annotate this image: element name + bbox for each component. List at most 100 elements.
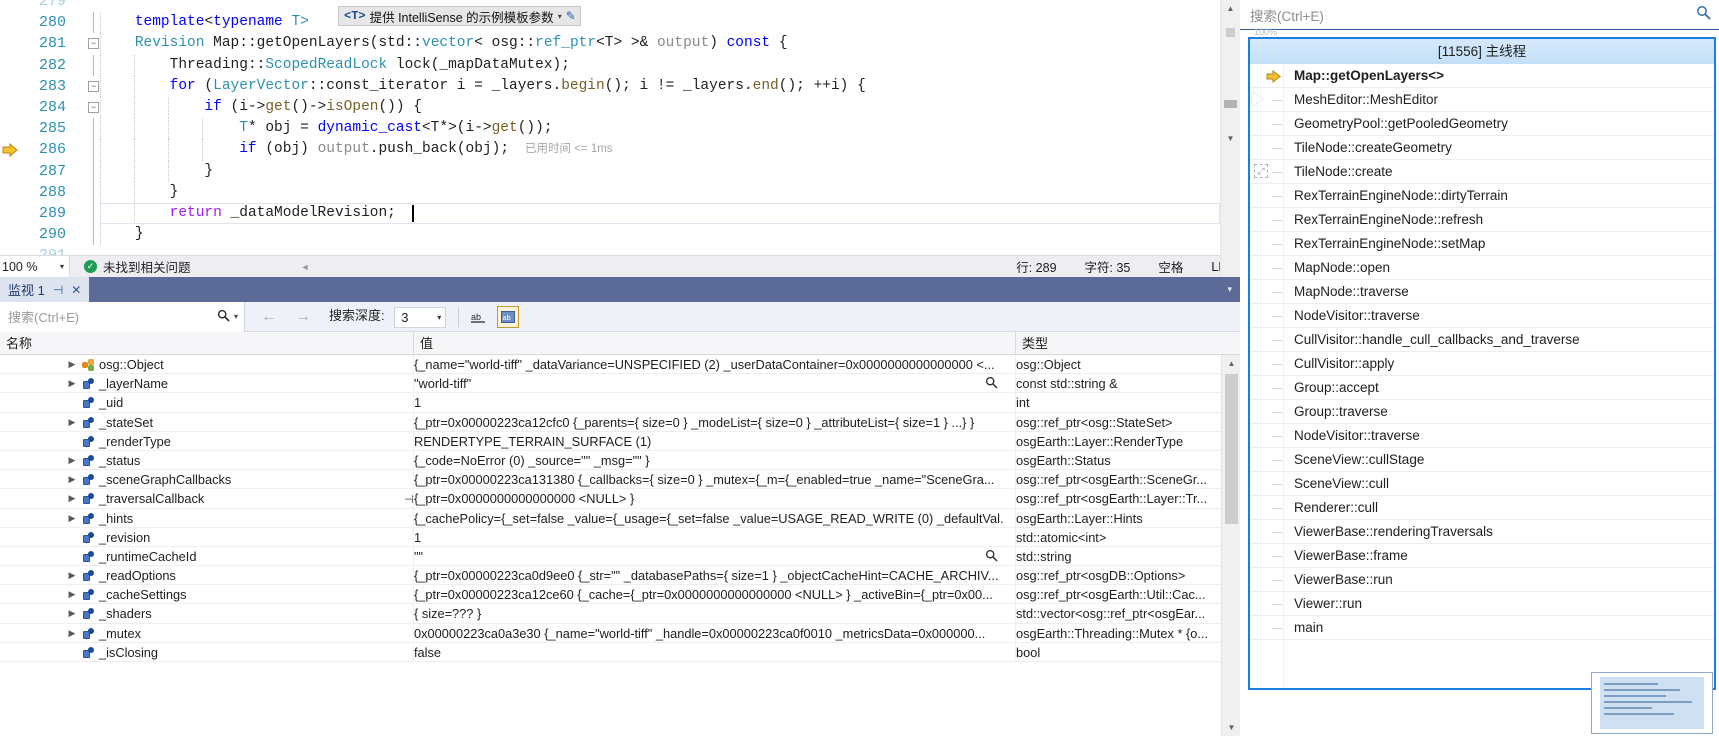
watch-row[interactable]: _uid 1 int (0, 393, 1221, 413)
call-stack-rows-container[interactable]: Map::getOpenLayers<> MeshEditor::MeshEdit… (1250, 64, 1714, 640)
call-stack-row[interactable]: Map::getOpenLayers<> (1250, 64, 1714, 88)
watch-rows-container[interactable]: ▶ osg::Object {_name="world-tiff" _dataVar… (0, 355, 1221, 736)
watch-row-value[interactable]: false (414, 643, 1004, 662)
scroll-down-arrow-icon[interactable]: ▼ (1222, 719, 1241, 736)
call-stack-row[interactable]: GeometryPool::getPooledGeometry (1250, 112, 1714, 136)
call-stack-row[interactable]: Viewer::run (1250, 592, 1714, 616)
watch-row-value[interactable]: {_ptr=0x0000000000000000 <NULL> } (414, 489, 1004, 508)
watch-row[interactable]: ▶ _stateSet {_ptr=0x00000223ca12cfc0 {_par… (0, 412, 1221, 432)
watch-row-value[interactable]: {_cachePolicy={_set=false _value={_usage… (414, 509, 1004, 528)
nav-back-icon[interactable]: ← (261, 308, 277, 326)
expand-arrow-icon[interactable]: ▶ (66, 374, 78, 393)
expand-arrow-icon[interactable]: ▶ (66, 451, 78, 470)
hexadecimal-display-icon[interactable]: ab (497, 305, 520, 328)
expand-arrow-icon[interactable]: ▶ (66, 355, 78, 374)
nav-forward-icon[interactable]: → (295, 308, 311, 326)
watch-row-value[interactable]: {_ptr=0x00000223ca12ce60 {_cache={_ptr=0… (414, 585, 1004, 604)
call-stack-row[interactable]: ViewerBase::run (1250, 568, 1714, 592)
pin-icon[interactable]: ⊣ (53, 283, 63, 297)
watch-row-value[interactable]: {_ptr=0x00000223ca0d9ee0 {_str="" _datab… (414, 566, 1004, 585)
call-stack-row[interactable]: NodeVisitor::traverse (1250, 304, 1714, 328)
expand-arrow-icon[interactable]: ▶ (66, 585, 78, 604)
call-stack-row[interactable]: ⤢ TileNode::create (1250, 160, 1714, 184)
fold-collapse-icon[interactable]: − (88, 80, 99, 92)
call-stack-row[interactable]: SceneView::cull (1250, 472, 1714, 496)
chevron-down-icon[interactable]: ▾ (234, 312, 238, 321)
fold-collapse-icon[interactable]: − (88, 102, 99, 113)
watch-row[interactable]: ▶ _shaders { size=??? } std::vector<osg::re… (0, 604, 1221, 624)
code-line[interactable]: 283 − for (LayerVector::const_iterator i … (0, 75, 1240, 97)
column-header-value[interactable]: 值 (414, 332, 1016, 355)
column-header-type[interactable]: 类型 (1016, 332, 1221, 355)
watch-row-value[interactable]: {_name="world-tiff" _dataVariance=UNSPEC… (414, 355, 1004, 374)
scroll-up-arrow-icon[interactable]: ▲ (1221, 0, 1240, 17)
watch-row[interactable]: ▶ _sceneGraphCallbacks {_ptr=0x00000223ca1… (0, 470, 1221, 490)
call-stack-frame-list[interactable]: 100% [11556] 主线程 Map::getOpenLayers<> Mes… (1248, 27, 1716, 690)
call-stack-row[interactable]: CullVisitor::handle_cull_callbacks_and_t… (1250, 328, 1714, 352)
watch-row[interactable]: _renderType RENDERTYPE_TERRAIN_SURFACE (1… (0, 431, 1221, 451)
code-line[interactable]: 291 (0, 245, 1240, 255)
watch-row-value[interactable]: 1 (414, 528, 1004, 547)
code-line[interactable]: 290 } (0, 224, 1240, 246)
scroll-down-arrow-icon[interactable]: ▼ (1221, 130, 1240, 147)
call-stack-row[interactable]: MapNode::traverse (1250, 280, 1714, 304)
watch-row-value[interactable]: RENDERTYPE_TERRAIN_SURFACE (1) (414, 432, 1004, 451)
match-whole-word-icon[interactable]: ab (467, 306, 489, 328)
scrollbar-thumb-2[interactable] (1224, 100, 1237, 108)
code-line[interactable]: 285 T* obj = dynamic_cast<T*>(i->get()); (0, 118, 1240, 140)
search-icon[interactable] (1696, 5, 1711, 24)
code-line[interactable]: 288 } (0, 181, 1240, 203)
call-stack-row[interactable]: TileNode::createGeometry (1250, 136, 1714, 160)
expand-arrow-icon[interactable]: ▶ (66, 566, 78, 585)
code-line[interactable]: 280 template<typename T> (0, 12, 1240, 34)
watch-row-value[interactable]: {_ptr=0x00000223ca131380 {_callbacks={ s… (414, 470, 1004, 489)
scrollbar-thumb[interactable] (1226, 28, 1235, 37)
call-stack-search-input[interactable]: 搜索(Ctrl+E) (1240, 0, 1719, 30)
call-stack-row[interactable]: main (1250, 616, 1714, 640)
code-editor[interactable]: 279 280 template<typename T> 281− Revision… (0, 0, 1240, 255)
search-depth-combo[interactable]: 3 ▾ (394, 306, 447, 328)
code-lines-container[interactable]: 279 280 template<typename T> 281− Revision… (0, 0, 1240, 255)
code-line[interactable]: 281 − Revision Map::getOpenLayers(std::ve… (0, 33, 1240, 55)
watch-row-value[interactable]: {_ptr=0x00000223ca12cfc0 {_parents={ siz… (414, 413, 1004, 432)
expand-arrow-icon[interactable]: ▶ (66, 413, 78, 432)
search-icon[interactable] (217, 309, 230, 325)
call-stack-row[interactable]: ViewerBase::renderingTraversals (1250, 520, 1714, 544)
watch-row-value[interactable]: {_code=NoError (0) _source="" _msg="" } (414, 451, 1004, 470)
expand-arrow-icon[interactable]: ▶ (66, 489, 78, 508)
call-stack-row[interactable]: ViewerBase::frame (1250, 544, 1714, 568)
call-stack-row[interactable]: Group::traverse (1250, 400, 1714, 424)
watch-row[interactable]: ▶ _readOptions {_ptr=0x00000223ca0d9ee0 {_… (0, 566, 1221, 586)
code-line[interactable]: 289 return _dataModelRevision; (0, 203, 1240, 225)
call-stack-row[interactable]: Renderer::cull (1250, 496, 1714, 520)
column-header-name[interactable]: 名称 (0, 332, 414, 355)
watch-row[interactable]: _runtimeCacheId "" std::string (0, 546, 1221, 567)
zoom-level-combo[interactable]: 100 % ▾ (0, 255, 70, 278)
tab-watch-1[interactable]: 监视 1 ⊣ ✕ (0, 277, 90, 302)
watch-row[interactable]: ▶ _status {_code=NoError (0) _source="" _m… (0, 450, 1221, 471)
watch-search-input[interactable]: 搜索(Ctrl+E) ▾ (0, 301, 245, 332)
watch-row[interactable]: _revision 1 std::atomic<int> (0, 527, 1221, 547)
watch-row-value[interactable]: { size=??? } (414, 604, 1004, 623)
chevron-down-icon[interactable]: ▾ (1227, 284, 1232, 295)
dock-split-scrollbar[interactable]: ▲ ▼ (1220, 0, 1240, 277)
scrollbar-thumb[interactable] (1225, 374, 1238, 524)
call-stack-row[interactable]: RexTerrainEngineNode::refresh (1250, 208, 1714, 232)
call-stack-row[interactable]: NodeVisitor::traverse (1250, 424, 1714, 448)
code-line[interactable]: 279 (0, 0, 1240, 12)
chevron-down-icon[interactable]: ▾ (437, 313, 441, 322)
expand-arrow-icon[interactable]: ▶ (66, 604, 78, 623)
watch-row[interactable]: ▶ osg::Object {_name="world-tiff" _dataVar… (0, 355, 1221, 375)
call-stack-row[interactable]: RexTerrainEngineNode::setMap (1250, 232, 1714, 256)
watch-row-value[interactable]: "" (414, 547, 1004, 566)
call-stack-row[interactable]: Group::accept (1250, 376, 1714, 400)
watch-row-value[interactable]: 0x00000223ca0a3e30 {_name="world-tiff" _… (414, 624, 1004, 643)
call-stack-row[interactable]: RexTerrainEngineNode::dirtyTerrain (1250, 184, 1714, 208)
watch-row[interactable]: _isClosing false bool (0, 642, 1221, 662)
code-line[interactable]: 282 Threading::ScopedReadLock lock(_mapD… (0, 54, 1240, 76)
watch-row[interactable]: ▶ _layerName "world-tiff" const std::string… (0, 374, 1221, 394)
watch-row-value[interactable]: 1 (414, 393, 1004, 412)
watch-row[interactable]: ▶ _mutex 0x00000223ca0a3e30 {_name="world-… (0, 623, 1221, 643)
chevron-down-icon[interactable]: ▾ (558, 12, 562, 21)
expand-arrow-icon[interactable]: ▶ (66, 470, 78, 489)
